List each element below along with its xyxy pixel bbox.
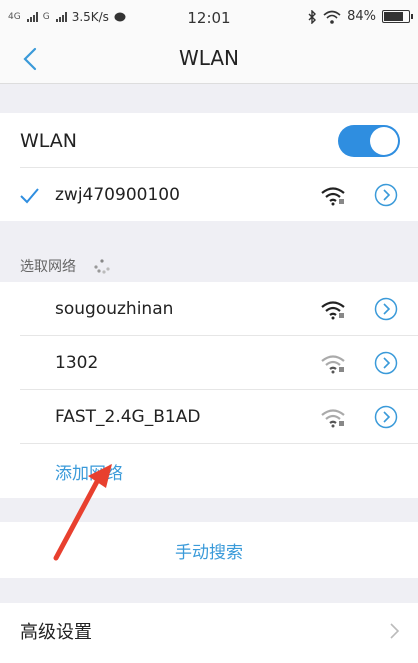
status-bar: 4G G 3.5K/s 12:01 84% <box>0 0 418 34</box>
wifi-signal-weak-icon <box>321 409 345 428</box>
page-title: WLAN <box>178 46 240 70</box>
advanced-settings-label: 高级设置 <box>20 622 92 643</box>
wifi-signal-full-icon <box>321 187 345 206</box>
connected-network-row[interactable]: zwj470900100 <box>0 168 418 221</box>
wlan-toggle[interactable] <box>338 125 400 157</box>
network-row[interactable]: 1302 <box>0 336 418 390</box>
available-networks-section: sougouzhinan 1302 FAST_2.4G_B1AD 添加网络 <box>0 282 418 498</box>
chevron-right-icon <box>390 623 400 639</box>
network-name: 1302 <box>55 353 99 373</box>
choose-network-label: 选取网络 <box>20 259 76 275</box>
advanced-section: 高级设置 <box>0 603 418 663</box>
wlan-label: WLAN <box>20 129 78 152</box>
network-row[interactable]: FAST_2.4G_B1AD <box>0 390 418 444</box>
wifi-signal-full-icon <box>321 301 345 320</box>
network-detail-icon[interactable] <box>374 297 398 321</box>
wifi-signal-weak-icon <box>321 355 345 374</box>
battery-icon <box>382 10 413 23</box>
bluetooth-icon <box>308 9 317 24</box>
network-row[interactable]: sougouzhinan <box>0 282 418 336</box>
loading-spinner-icon <box>94 259 110 274</box>
nav-bar: WLAN <box>0 34 418 84</box>
add-network-row[interactable]: 添加网络 <box>0 444 418 498</box>
connected-network-name: zwj470900100 <box>55 184 180 205</box>
manual-search-button[interactable]: 手动搜索 <box>0 538 418 563</box>
manual-search-section: 手动搜索 <box>0 522 418 578</box>
battery-percent: 84% <box>347 9 376 24</box>
manual-search-row[interactable]: 手动搜索 <box>0 522 418 578</box>
wlan-section: WLAN zwj470900100 <box>0 113 418 221</box>
network-detail-icon[interactable] <box>374 405 398 429</box>
network-detail-icon[interactable] <box>374 183 398 207</box>
network-name: sougouzhinan <box>55 299 174 319</box>
battery-fill <box>384 12 403 21</box>
toggle-knob <box>370 127 398 155</box>
add-network-link[interactable]: 添加网络 <box>55 459 123 484</box>
advanced-settings-row[interactable]: 高级设置 <box>0 603 418 659</box>
status-right: 84% <box>307 9 413 24</box>
network-detail-icon[interactable] <box>374 351 398 375</box>
wlan-toggle-row: WLAN <box>0 113 418 168</box>
network-name: FAST_2.4G_B1AD <box>55 407 201 427</box>
wifi-status-icon <box>323 10 341 24</box>
checkmark-icon <box>20 188 39 204</box>
